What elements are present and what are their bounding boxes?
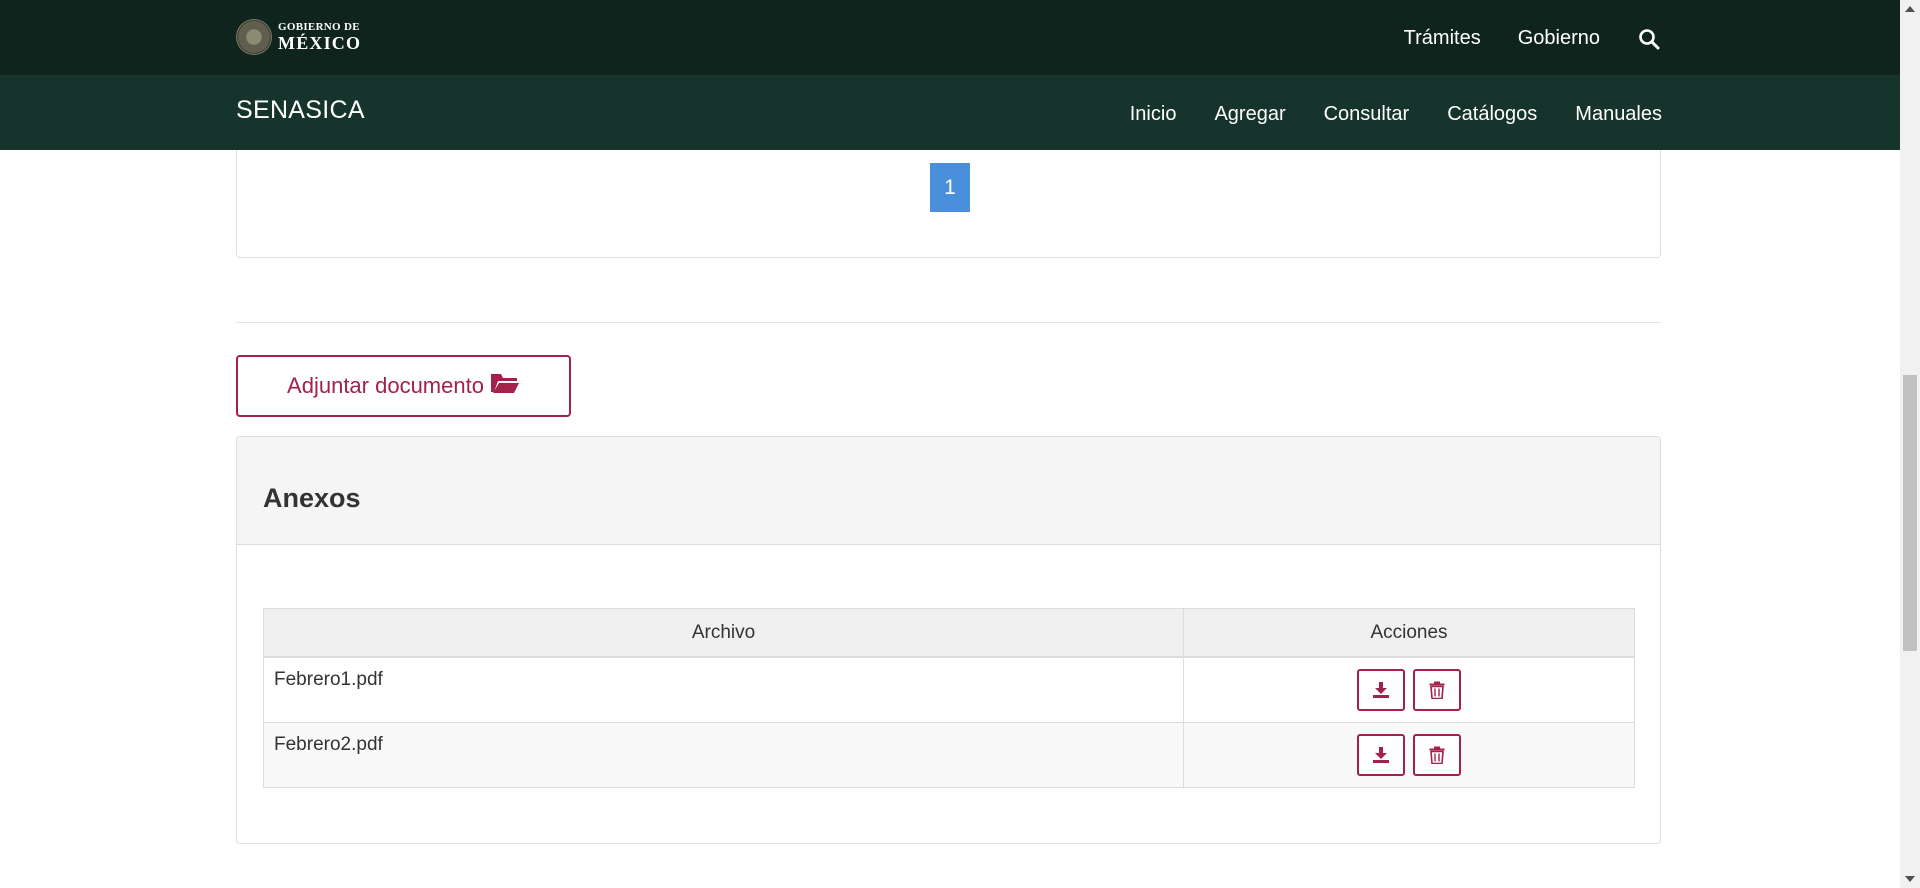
gov-link-tramites[interactable]: Trámites <box>1404 27 1481 50</box>
actions-cell <box>1183 722 1635 788</box>
table-row: Febrero2.pdf <box>263 722 1635 788</box>
attach-document-button[interactable]: Adjuntar documento <box>236 355 571 417</box>
logo-small-text: GOBIERNO DE <box>278 21 360 33</box>
download-button[interactable] <box>1357 669 1405 711</box>
delete-button[interactable] <box>1413 669 1461 711</box>
vertical-scrollbar[interactable] <box>1900 0 1920 888</box>
download-icon <box>1373 682 1389 698</box>
gov-nav: Trámites Gobierno <box>1367 27 1660 50</box>
section-divider <box>236 322 1661 323</box>
table-header-row: Archivo Acciones <box>263 608 1635 658</box>
column-header-acciones: Acciones <box>1183 608 1635 658</box>
delete-button[interactable] <box>1413 734 1461 776</box>
search-icon <box>1639 28 1660 49</box>
logo-text: GOBIERNO DE MÉXICO <box>278 21 362 53</box>
anexos-title: Anexos <box>263 483 361 513</box>
anexos-table: Archivo Acciones Febrero1.pdf Febrero2.p… <box>263 608 1635 788</box>
file-name-cell: Febrero2.pdf <box>263 722 1184 788</box>
main-nav: Inicio Agregar Consultar Catálogos Manua… <box>1092 103 1662 126</box>
table-row: Febrero1.pdf <box>263 656 1635 723</box>
actions-cell <box>1183 656 1635 723</box>
folder-open-icon <box>490 371 520 401</box>
nav-item-manuales[interactable]: Manuales <box>1575 103 1662 126</box>
search-button[interactable] <box>1638 28 1660 50</box>
gobierno-de-mexico-logo[interactable]: GOBIERNO DE MÉXICO <box>236 18 361 56</box>
results-panel-footer: 1 <box>236 150 1661 258</box>
nav-item-inicio[interactable]: Inicio <box>1130 103 1177 126</box>
download-icon <box>1373 747 1389 763</box>
logo-big-text: MÉXICO <box>278 33 362 53</box>
page: GOBIERNO DE MÉXICO Trámites Gobierno SEN… <box>0 0 1900 888</box>
nav-item-agregar[interactable]: Agregar <box>1214 103 1285 126</box>
nav-item-catalogos[interactable]: Catálogos <box>1447 103 1537 126</box>
main-nav-bar: SENASICA Inicio Agregar Consultar Catálo… <box>0 75 1900 150</box>
column-header-archivo: Archivo <box>263 608 1184 658</box>
gov-top-bar: GOBIERNO DE MÉXICO Trámites Gobierno <box>0 0 1900 75</box>
scroll-down-arrow-icon[interactable] <box>1900 870 1920 888</box>
brand-name[interactable]: SENASICA <box>236 96 365 125</box>
download-button[interactable] <box>1357 734 1405 776</box>
anexos-panel-header: Anexos <box>237 437 1660 545</box>
trash-icon <box>1429 681 1445 699</box>
scroll-up-arrow-icon[interactable] <box>1900 0 1920 18</box>
file-name-cell: Febrero1.pdf <box>263 656 1184 723</box>
trash-icon <box>1429 746 1445 764</box>
scrollbar-thumb[interactable] <box>1903 375 1917 651</box>
pagination-page-1[interactable]: 1 <box>930 163 970 212</box>
anexos-panel: Anexos Archivo Acciones Febrero1.pdf Feb… <box>236 436 1661 844</box>
attach-document-label: Adjuntar documento <box>287 373 484 398</box>
gov-link-gobierno[interactable]: Gobierno <box>1518 27 1600 50</box>
national-seal-icon <box>236 19 272 55</box>
nav-item-consultar[interactable]: Consultar <box>1324 103 1410 126</box>
